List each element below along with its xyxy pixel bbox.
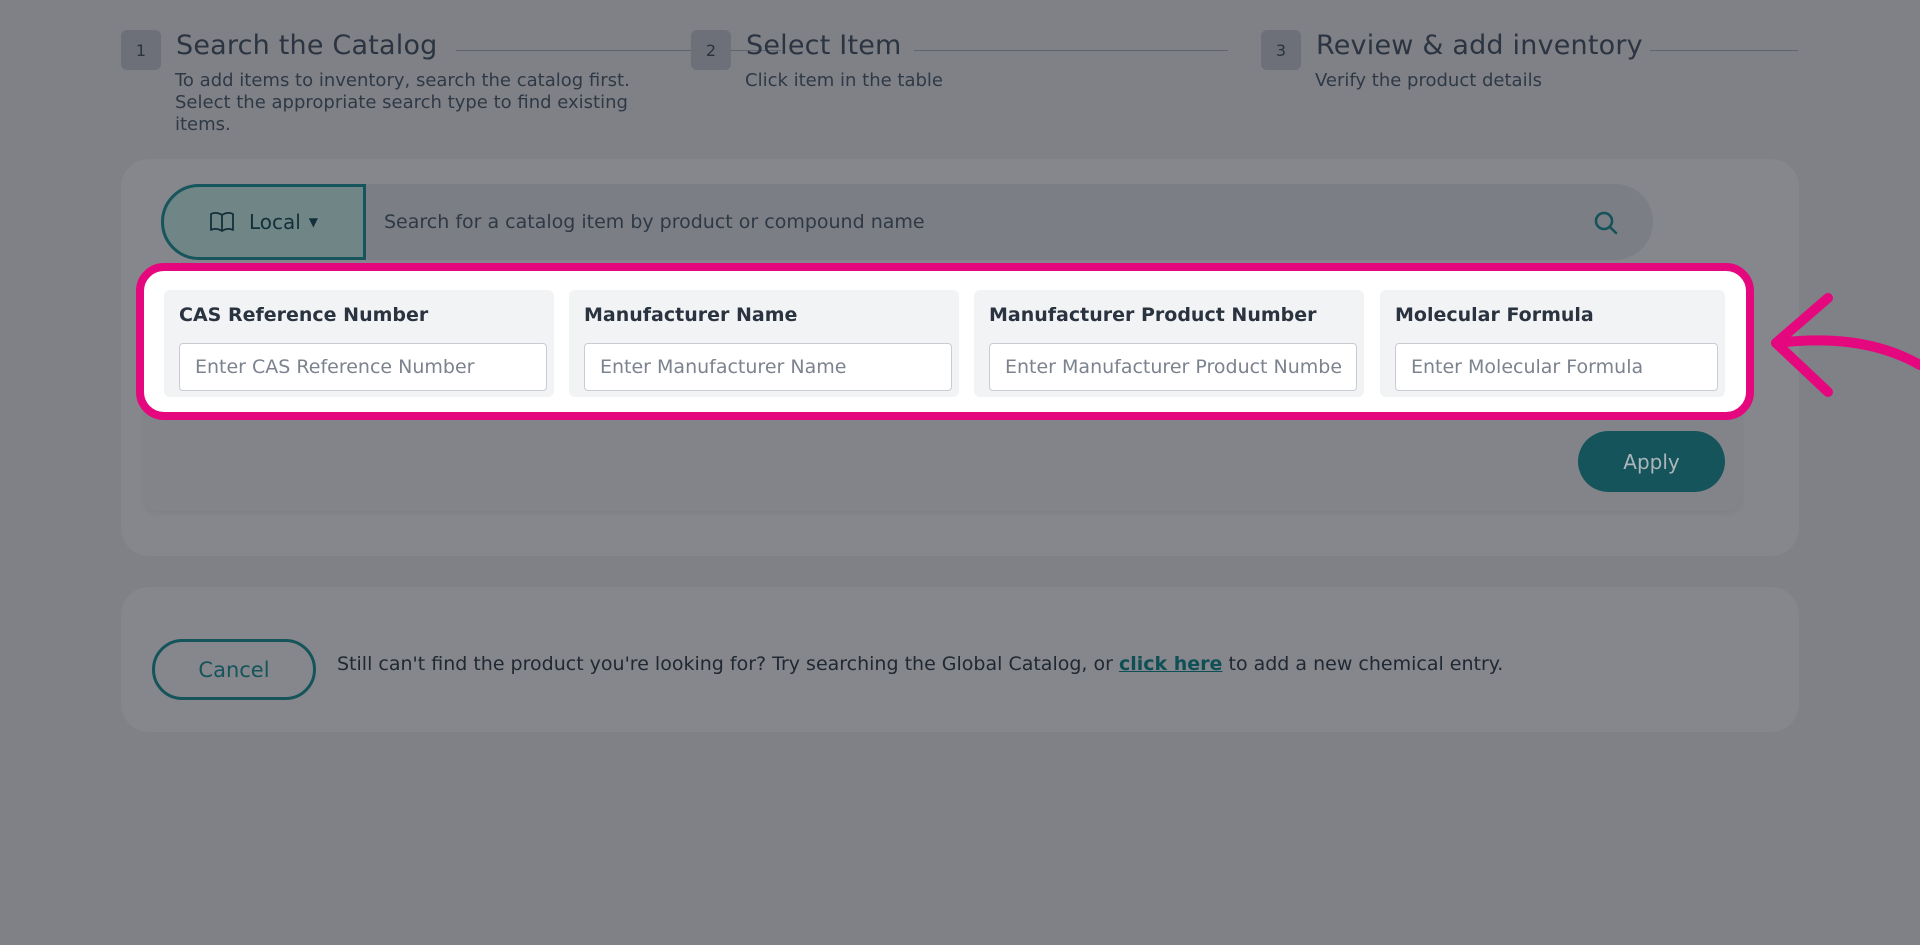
step-title: Review & add inventory: [1316, 30, 1643, 61]
footer-text-before: Still can't find the product you're look…: [337, 653, 1119, 675]
filter-label: Molecular Formula: [1395, 304, 1594, 326]
page: 1 Search the Catalog To add items to inv…: [0, 0, 1920, 945]
annotation-arrow-icon: [1771, 293, 1920, 397]
step-divider: [1650, 50, 1798, 51]
step-divider: [914, 50, 1228, 51]
step-number: 2: [691, 30, 731, 70]
caret-down-icon: ▼: [308, 215, 319, 229]
step-divider: [456, 50, 781, 51]
filter-manufacturer-name: Manufacturer Name: [569, 290, 959, 397]
step-description: To add items to inventory, search the ca…: [175, 70, 630, 135]
step-title: Search the Catalog: [176, 30, 438, 61]
step-number: 1: [121, 30, 161, 70]
search-input[interactable]: [384, 206, 1564, 238]
manufacturer-name-input[interactable]: [584, 343, 952, 391]
footer-text-after: to add a new chemical entry.: [1222, 653, 1504, 675]
filter-molecular-formula: Molecular Formula: [1380, 290, 1725, 397]
step-description: Verify the product details: [1315, 70, 1542, 91]
add-chemical-link[interactable]: click here: [1119, 653, 1222, 675]
book-icon: [210, 212, 234, 232]
filter-label: CAS Reference Number: [179, 304, 429, 326]
cancel-button[interactable]: Cancel: [152, 639, 316, 700]
footer-message: Still can't find the product you're look…: [337, 653, 1503, 675]
step-description: Click item in the table: [745, 70, 943, 91]
step-number: 3: [1261, 30, 1301, 70]
filter-label: Manufacturer Name: [584, 304, 798, 326]
step-title: Select Item: [746, 30, 902, 61]
search-scope-dropdown[interactable]: Local ▼: [161, 184, 366, 260]
apply-button[interactable]: Apply: [1578, 431, 1725, 492]
filter-manufacturer-product-number: Manufacturer Product Number: [974, 290, 1364, 397]
manufacturer-product-number-input[interactable]: [989, 343, 1357, 391]
molecular-formula-input[interactable]: [1395, 343, 1718, 391]
search-icon[interactable]: [1592, 209, 1620, 237]
filter-cas-number: CAS Reference Number: [164, 290, 554, 397]
filter-label: Manufacturer Product Number: [989, 304, 1317, 326]
cas-number-input[interactable]: [179, 343, 547, 391]
search-scope-label: Local: [248, 210, 301, 234]
